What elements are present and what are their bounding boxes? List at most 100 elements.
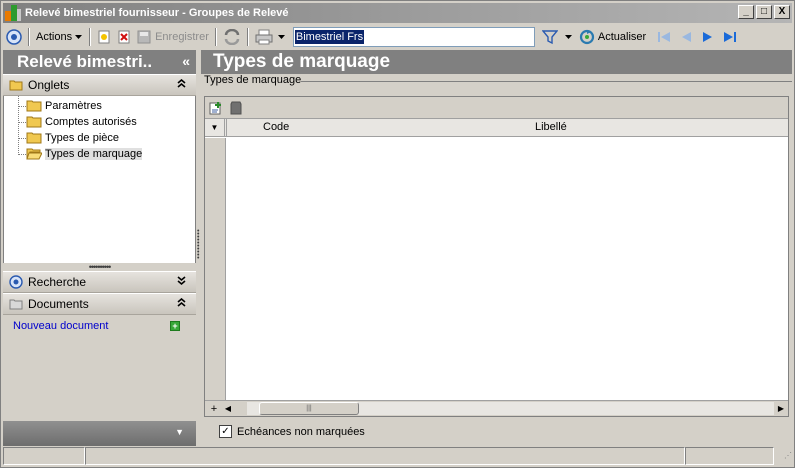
scrollbar-thumb[interactable]: ||| [259,402,359,415]
status-cell [3,447,85,465]
chevron-down-icon [564,35,572,39]
grid-toolbar [205,97,788,119]
sync-button[interactable] [220,26,244,48]
tree-item-types-de-marquage[interactable]: Types de marquage [26,146,143,162]
chevron-down-icon [277,35,285,39]
next-record-button[interactable] [697,26,719,48]
section-documents-label: Documents [28,297,89,311]
nav-home-button[interactable] [3,26,25,48]
app-icon [5,5,21,21]
toolbar: Actions Enregistrer Bimestriel Frs Actua… [3,25,792,49]
collapse-pane-icon[interactable]: « [182,53,190,69]
tree-item-label: Types de marquage [45,148,143,160]
section-resize-grip[interactable]: •••••••••• [3,262,196,272]
scroll-left-button[interactable]: ◀ [221,402,235,416]
double-chevron-up-icon [177,298,186,307]
folder-icon [26,116,42,128]
save-label: Enregistrer [155,31,209,43]
column-header-code[interactable]: Code [263,121,289,133]
section-recherche-header[interactable]: Recherche [3,271,196,293]
refresh-label: Actualiser [597,31,647,43]
resize-grip-icon[interactable]: ⋰ [774,447,792,465]
folder-icon [9,80,23,91]
left-pane-footer[interactable]: ▼ [3,421,196,446]
target-icon [9,275,23,289]
documents-panel: Nouveau document + [3,315,196,438]
group-combo-value: Bimestriel Frs [294,30,365,44]
grid-header: ▼ Code Libellé [205,119,788,137]
left-pane-title: Relevé bimestri.. [17,52,153,71]
double-chevron-up-icon [177,79,186,88]
tree-item-types-de-piece[interactable]: Types de pièce [26,130,119,146]
tree-item-label: Paramètres [45,100,102,112]
actions-menu-button[interactable]: Actions [33,26,86,48]
main-window: Relevé bimestriel fournisseur - Groupes … [0,0,795,468]
column-header-libelle[interactable]: Libellé [535,121,567,133]
save-icon [137,30,151,44]
first-record-button[interactable] [653,26,675,48]
status-cell [685,447,774,465]
save-button[interactable]: Enregistrer [134,26,212,48]
open-folder-icon [26,148,42,160]
section-onglets-header[interactable]: Onglets [3,74,196,96]
right-pane: Types de marquage Types de marquage ▼ Co… [201,50,792,445]
tree-item-label: Types de pièce [45,132,119,144]
title-bar[interactable]: Relevé bimestriel fournisseur - Groupes … [3,3,792,23]
double-chevron-down-icon [177,276,186,286]
section-documents-header[interactable]: Documents [3,293,196,315]
add-icon[interactable]: + [170,321,180,331]
onglets-tree: Paramètres Comptes autorisés Types de pi… [3,96,196,263]
left-pane-header: Relevé bimestri.. « [3,50,196,74]
add-record-icon[interactable] [209,101,223,115]
section-onglets-label: Onglets [28,78,70,92]
new-document-icon [98,30,110,44]
folder-icon [9,299,23,310]
chevron-down-icon: ▼ [175,427,184,437]
delete-icon [118,30,130,44]
previous-icon [682,32,692,42]
toolbar-separator [28,28,30,46]
toolbar-separator [214,28,217,46]
echeances-checkbox-label: Echéances non marquées [237,425,365,438]
delete-button[interactable] [114,26,134,48]
print-button[interactable] [252,26,289,48]
last-record-button[interactable] [719,26,741,48]
echeances-checkbox[interactable]: ✓ [219,425,232,438]
status-cell [85,447,685,465]
row-selector-column [205,138,226,400]
filter-icon [541,30,558,45]
refresh-button[interactable]: Actualiser [576,26,649,48]
add-row-icon[interactable]: + [207,402,221,416]
tree-item-label: Comptes autorisés [45,116,137,128]
toolbar-separator [89,28,92,46]
row-selector-header[interactable]: ▼ [205,119,225,136]
groupbox-label: Types de marquage [204,74,304,86]
echeances-checkbox-row[interactable]: ✓ Echéances non marquées [219,425,365,438]
printer-icon [255,29,273,45]
delete-record-icon[interactable] [229,101,243,115]
target-icon [6,29,22,45]
close-button[interactable]: X [774,5,790,19]
folder-icon [26,132,42,144]
horizontal-scrollbar[interactable]: ||| [247,402,774,415]
new-document-link[interactable]: Nouveau document [13,320,108,332]
refresh-icon [579,29,594,45]
new-button[interactable] [94,26,114,48]
grid-footer: + ◀ ||| ▶ [205,400,788,416]
filter-button[interactable] [539,26,576,48]
folder-icon [26,100,42,112]
status-bar: ⋰ [3,447,792,466]
group-combo[interactable]: Bimestriel Frs [292,27,535,47]
page-title: Types de marquage [201,50,792,74]
minimize-button[interactable]: _ [738,5,754,19]
previous-record-button[interactable] [675,26,697,48]
maximize-button[interactable]: □ [756,5,772,19]
sync-icon [224,29,240,45]
actions-label: Actions [36,31,73,43]
scroll-right-button[interactable]: ▶ [774,402,788,416]
next-icon [703,32,713,42]
toolbar-separator [246,28,249,46]
tree-item-comptes-autorises[interactable]: Comptes autorisés [26,114,137,130]
tree-item-parametres[interactable]: Paramètres [26,98,102,114]
chevron-down-icon [75,35,83,39]
